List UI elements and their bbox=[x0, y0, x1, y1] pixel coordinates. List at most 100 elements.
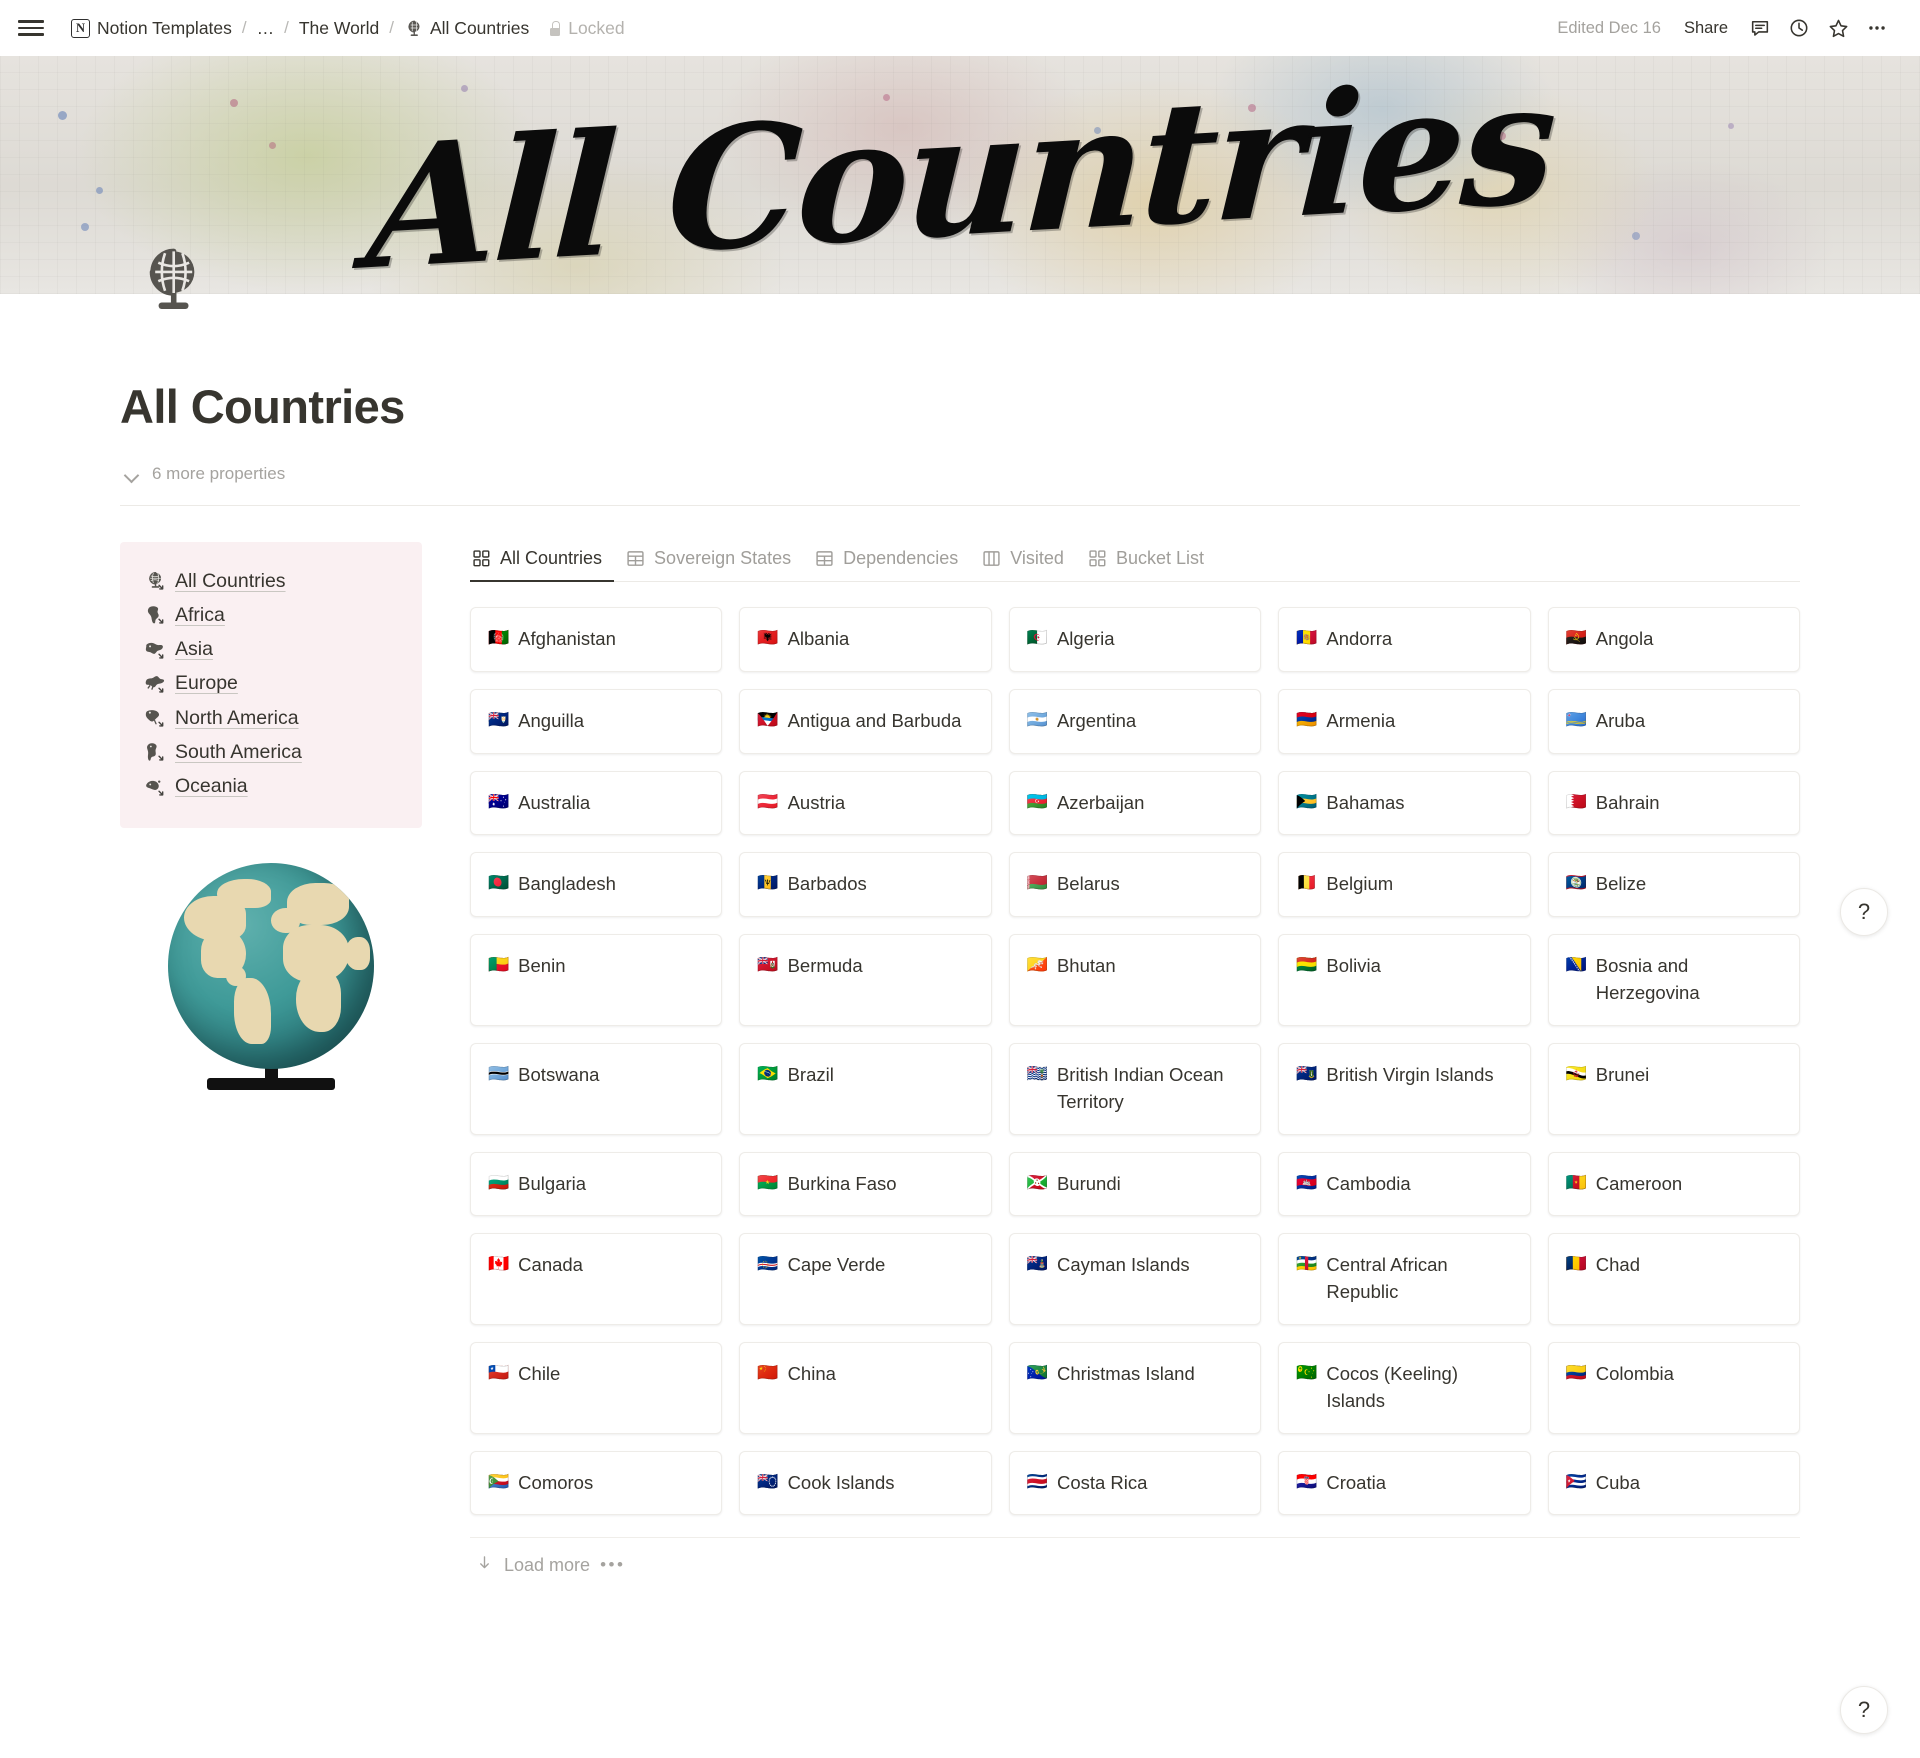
country-card[interactable]: 🇨🇽 Christmas Island bbox=[1008, 1341, 1262, 1434]
country-card[interactable]: 🇧🇫 Burkina Faso bbox=[739, 1151, 992, 1217]
country-flag-icon: 🇧🇯 bbox=[488, 955, 510, 975]
more-options-icon[interactable] bbox=[1860, 11, 1894, 45]
country-card[interactable]: 🇨🇷 Costa Rica bbox=[1008, 1450, 1262, 1516]
star-icon[interactable] bbox=[1821, 11, 1855, 45]
country-card[interactable]: 🇨🇳 China bbox=[739, 1341, 992, 1434]
country-card[interactable]: 🇦🇺 Australia bbox=[470, 770, 723, 836]
country-card[interactable]: 🇧🇩 Bangladesh bbox=[470, 852, 723, 918]
country-card[interactable]: 🇨🇲 Cameroon bbox=[1547, 1151, 1800, 1217]
country-card[interactable]: 🇮🇴 British Indian Ocean Territory bbox=[1008, 1042, 1262, 1135]
tab-bucket-list[interactable]: Bucket List bbox=[1076, 542, 1216, 581]
country-flag-icon: 🇨🇦 bbox=[488, 1254, 510, 1274]
country-card[interactable]: 🇧🇷 Brazil bbox=[739, 1042, 992, 1135]
page-cover[interactable]: All Countries bbox=[0, 56, 1920, 294]
country-card[interactable]: 🇧🇮 Burundi bbox=[1008, 1151, 1262, 1217]
country-card[interactable]: 🇨🇴 Colombia bbox=[1547, 1341, 1800, 1434]
country-card[interactable]: 🇰🇾 Cayman Islands bbox=[1008, 1233, 1262, 1325]
locked-badge[interactable]: Locked bbox=[548, 18, 625, 39]
country-card-label: Azerbaijan bbox=[1056, 791, 1145, 813]
country-card[interactable]: 🇨🇦 Canada bbox=[470, 1233, 723, 1325]
tab-all-countries[interactable]: All Countries bbox=[470, 542, 615, 583]
country-card[interactable]: 🇧🇳 Brunei bbox=[1547, 1042, 1800, 1135]
tab-visited[interactable]: Visited bbox=[970, 542, 1076, 581]
sidebar-item-asia[interactable]: Asia bbox=[144, 633, 398, 667]
country-card-label: Anguilla bbox=[518, 709, 584, 731]
help-button-top[interactable]: ? bbox=[1840, 888, 1888, 936]
country-card[interactable]: 🇧🇹 Bhutan bbox=[1008, 934, 1262, 1026]
country-card-label: Bahrain bbox=[1595, 791, 1660, 813]
country-flag-icon: 🇧🇧 bbox=[757, 873, 779, 893]
country-card[interactable]: 🇧🇼 Botswana bbox=[470, 1042, 723, 1135]
country-card[interactable]: 🇭🇷 Croatia bbox=[1278, 1450, 1531, 1516]
sidebar-item-north-america[interactable]: North America bbox=[144, 701, 398, 735]
country-card[interactable]: 🇦🇲 Armenia bbox=[1278, 688, 1531, 754]
country-card[interactable]: 🇧🇧 Barbados bbox=[739, 852, 992, 918]
country-card[interactable]: 🇦🇬 Antigua and Barbuda bbox=[739, 688, 992, 754]
help-button-bottom[interactable]: ? bbox=[1840, 1686, 1888, 1734]
country-card[interactable]: 🇧🇸 Bahamas bbox=[1278, 770, 1531, 836]
tab-label: All Countries bbox=[500, 548, 603, 569]
sidebar-item-europe[interactable]: Europe bbox=[144, 667, 398, 701]
sidebar-item-all-countries[interactable]: All Countries bbox=[144, 564, 398, 598]
country-flag-icon: 🇨🇴 bbox=[1565, 1362, 1587, 1382]
breadcrumb-workspace[interactable]: N Notion Templates bbox=[66, 15, 237, 42]
country-card[interactable]: 🇧🇭 Bahrain bbox=[1547, 770, 1800, 836]
country-card-label: Bangladesh bbox=[518, 873, 616, 895]
tab-sovereign-states[interactable]: Sovereign States bbox=[614, 542, 803, 581]
gallery-view-icon bbox=[472, 549, 491, 568]
comment-icon[interactable] bbox=[1743, 11, 1777, 45]
last-edited-label[interactable]: Edited Dec 16 bbox=[1549, 15, 1669, 42]
page-title[interactable]: All Countries bbox=[120, 380, 1800, 434]
country-card[interactable]: 🇦🇱 Albania bbox=[739, 607, 992, 672]
tab-dependencies[interactable]: Dependencies bbox=[803, 542, 970, 581]
country-card[interactable]: 🇧🇬 Bulgaria bbox=[470, 1151, 723, 1217]
country-card[interactable]: 🇹🇩 Chad bbox=[1547, 1233, 1800, 1325]
country-card-label: Burundi bbox=[1056, 1172, 1121, 1194]
page-icon-globe-stand-icon[interactable] bbox=[133, 243, 207, 317]
country-card[interactable]: 🇨🇱 Chile bbox=[470, 1341, 723, 1434]
sidebar-item-africa[interactable]: Africa bbox=[144, 598, 398, 632]
country-card[interactable]: 🇦🇮 Anguilla bbox=[470, 688, 723, 754]
country-card[interactable]: 🇧🇪 Belgium bbox=[1278, 852, 1531, 918]
country-card[interactable]: 🇧🇦 Bosnia and Herzegovina bbox=[1547, 934, 1800, 1026]
history-clock-icon[interactable] bbox=[1782, 11, 1816, 45]
country-card[interactable]: 🇦🇫 Afghanistan bbox=[470, 607, 723, 672]
properties-toggle[interactable]: 6 more properties bbox=[120, 460, 288, 488]
load-more-button[interactable]: Load more bbox=[470, 1550, 596, 1580]
breadcrumb-parent[interactable]: The World bbox=[294, 15, 384, 42]
left-column: All Countries Africa Asia Europe North A… bbox=[120, 542, 422, 1090]
map-oceania-icon bbox=[144, 776, 166, 798]
breadcrumb-separator-2: / bbox=[284, 18, 289, 37]
country-card[interactable]: 🇦🇴 Angola bbox=[1547, 607, 1800, 672]
breadcrumb-current[interactable]: All Countries bbox=[399, 15, 534, 42]
country-card[interactable]: 🇧🇯 Benin bbox=[470, 934, 723, 1026]
country-card[interactable]: 🇰🇭 Cambodia bbox=[1278, 1151, 1531, 1217]
country-card[interactable]: 🇨🇰 Cook Islands bbox=[739, 1450, 992, 1516]
country-card[interactable]: 🇩🇿 Algeria bbox=[1008, 607, 1262, 672]
country-card[interactable]: 🇨🇻 Cape Verde bbox=[739, 1233, 992, 1325]
country-card[interactable]: 🇦🇿 Azerbaijan bbox=[1008, 770, 1262, 836]
sidebar-item-label: Oceania bbox=[175, 775, 248, 798]
country-card[interactable]: 🇧🇾 Belarus bbox=[1008, 852, 1262, 918]
country-card[interactable]: 🇦🇼 Aruba bbox=[1547, 688, 1800, 754]
country-card[interactable]: 🇰🇲 Comoros bbox=[470, 1450, 723, 1516]
country-card[interactable]: 🇧🇴 Bolivia bbox=[1278, 934, 1531, 1026]
country-card[interactable]: 🇦🇩 Andorra bbox=[1278, 607, 1531, 672]
hamburger-menu-icon[interactable] bbox=[18, 17, 44, 39]
sidebar-item-oceania[interactable]: Oceania bbox=[144, 770, 398, 804]
properties-toggle-label: 6 more properties bbox=[152, 464, 286, 484]
sidebar-item-label: South America bbox=[175, 740, 302, 763]
sidebar-item-south-america[interactable]: South America bbox=[144, 735, 398, 769]
country-card[interactable]: 🇻🇬 British Virgin Islands bbox=[1278, 1042, 1531, 1135]
country-card[interactable]: 🇨🇺 Cuba bbox=[1547, 1450, 1800, 1516]
share-button[interactable]: Share bbox=[1674, 14, 1738, 43]
country-card[interactable]: 🇦🇷 Argentina bbox=[1008, 688, 1262, 754]
country-card[interactable]: 🇧🇲 Bermuda bbox=[739, 934, 992, 1026]
country-card[interactable]: 🇦🇹 Austria bbox=[739, 770, 992, 836]
breadcrumb-ellipsis[interactable]: … bbox=[252, 15, 280, 42]
country-card[interactable]: 🇨🇨 Cocos (Keeling) Islands bbox=[1278, 1341, 1531, 1434]
globe-sphere bbox=[168, 862, 374, 1069]
country-card[interactable]: 🇧🇿 Belize bbox=[1547, 852, 1800, 918]
load-more-options-icon[interactable]: ••• bbox=[596, 1555, 629, 1575]
country-card[interactable]: 🇨🇫 Central African Republic bbox=[1278, 1233, 1531, 1325]
